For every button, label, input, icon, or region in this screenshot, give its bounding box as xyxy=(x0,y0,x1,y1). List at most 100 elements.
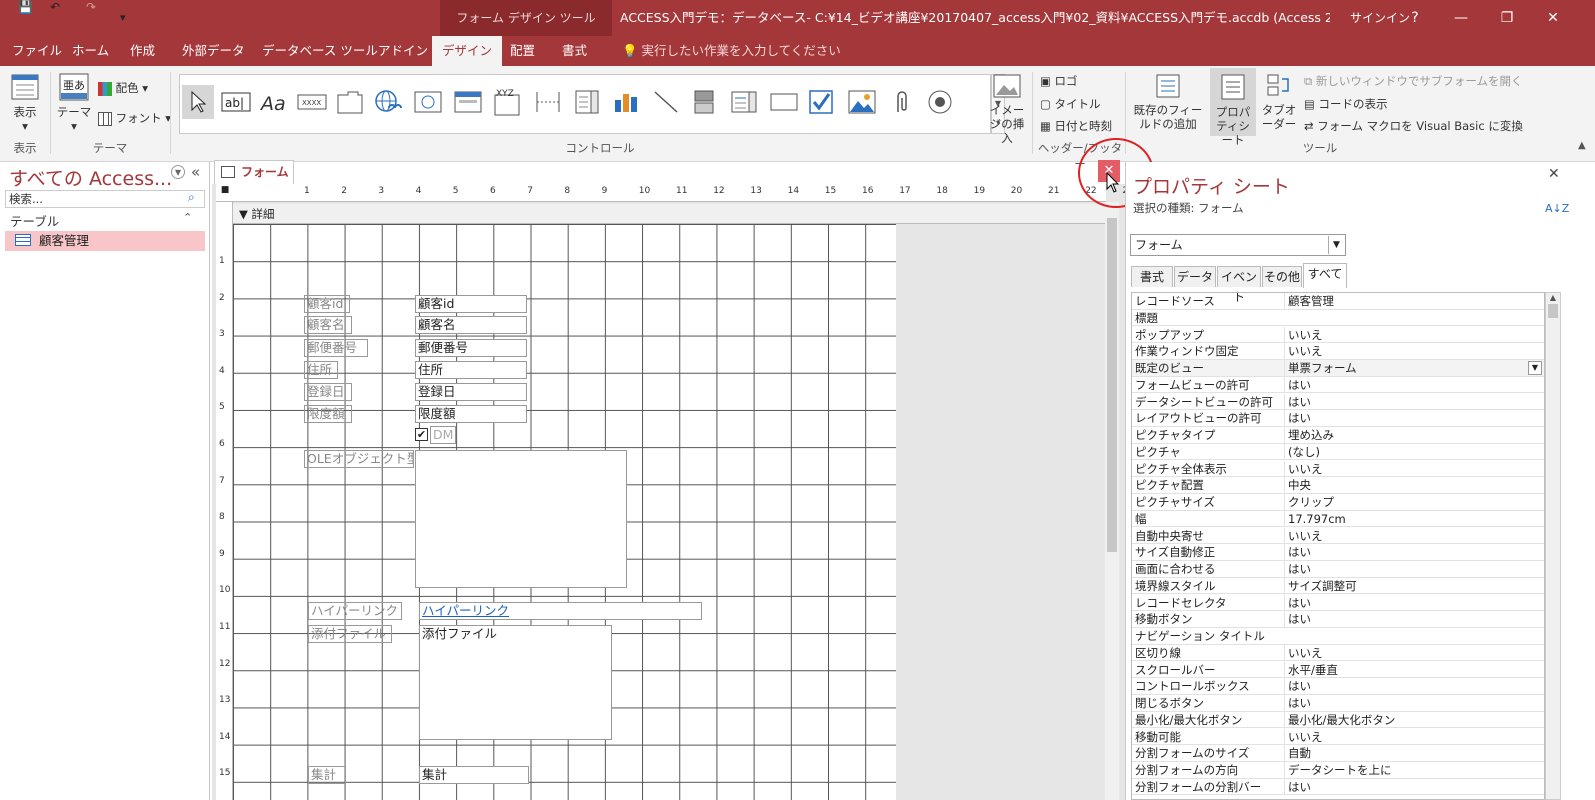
property-value[interactable]: はい xyxy=(1284,695,1542,711)
hyperlink-control-icon[interactable] xyxy=(372,85,404,119)
label-hyperlink[interactable]: ハイパーリンク xyxy=(308,602,402,620)
property-row[interactable]: 分割フォームの方向 データシートを上に xyxy=(1132,762,1544,779)
label-total[interactable]: 集計 xyxy=(308,766,346,784)
chart-control-icon[interactable] xyxy=(610,85,642,119)
attachment-control-icon[interactable] xyxy=(886,85,918,119)
property-value[interactable]: はい xyxy=(1284,561,1542,577)
property-value[interactable]: はい xyxy=(1284,678,1542,695)
property-row[interactable]: 分割フォームの分割バー はい xyxy=(1132,778,1544,796)
select-pointer-icon[interactable] xyxy=(182,85,214,119)
logo-button[interactable]: ▣ ロゴ xyxy=(1040,72,1078,90)
help-button[interactable]: ? xyxy=(1392,0,1438,36)
textbox-hyperlink[interactable]: ハイパーリンク xyxy=(419,602,702,620)
dm-checkbox[interactable]: ✔ xyxy=(415,428,428,441)
label-address[interactable]: 住所 xyxy=(304,361,338,379)
dropdown-arrow-icon[interactable]: ▼ xyxy=(1528,361,1542,375)
property-value[interactable]: はい xyxy=(1284,778,1542,795)
label-control-icon[interactable]: Aa xyxy=(258,85,290,119)
property-row[interactable]: 移動可能 いいえ xyxy=(1132,728,1544,746)
textbox-postal-code[interactable]: 郵便番号 xyxy=(415,339,527,357)
attachment-field[interactable]: 添付ファイル xyxy=(419,625,612,740)
property-value[interactable]: (なし) xyxy=(1284,443,1542,460)
textbox-control-icon[interactable]: ab| xyxy=(220,85,252,119)
property-row[interactable]: 区切り線 いいえ xyxy=(1132,644,1544,662)
nav-collapse-icon[interactable]: « xyxy=(191,163,200,181)
property-value[interactable]: いいえ xyxy=(1284,644,1542,661)
close-property-sheet-icon[interactable]: ✕ xyxy=(1548,166,1560,182)
tab-arrange[interactable]: 配置 xyxy=(500,36,545,66)
property-value[interactable]: はい xyxy=(1284,544,1542,561)
ptab-data[interactable]: データ xyxy=(1174,266,1216,287)
close-window-button[interactable]: ✕ xyxy=(1530,0,1576,36)
property-value[interactable]: 17.797cm xyxy=(1284,510,1542,527)
color-button[interactable]: 配色 ▾ xyxy=(98,79,148,97)
property-value[interactable]: 顧客管理 xyxy=(1284,293,1542,309)
tab-home[interactable]: ホーム xyxy=(62,36,119,66)
property-row[interactable]: サイズ自動修正 はい xyxy=(1132,544,1544,561)
redo-icon[interactable]: ↷ xyxy=(86,0,96,14)
textbox-credit-limit[interactable]: 限度額 xyxy=(415,405,527,423)
property-value[interactable]: はい xyxy=(1284,410,1542,427)
undo-icon[interactable]: ↶ xyxy=(50,0,60,14)
property-row[interactable]: 分割フォームのサイズ 自動 xyxy=(1132,745,1544,762)
tab-external-data[interactable]: 外部データ xyxy=(172,36,255,66)
label-postal-code[interactable]: 郵便番号 xyxy=(304,339,368,357)
property-row[interactable]: ピクチャサイズ クリップ xyxy=(1132,494,1544,511)
title-button[interactable]: ▢ タイトル xyxy=(1040,95,1101,113)
datetime-button[interactable]: ▦ 日付と時刻 xyxy=(1040,117,1112,135)
document-tab-form1[interactable]: フォーム1 xyxy=(214,160,294,201)
label-customer-name[interactable]: 顧客名 xyxy=(304,316,352,334)
tell-me-box[interactable]: 💡 実行したい作業を入力してください xyxy=(622,36,841,66)
form-selector[interactable]: ■ xyxy=(217,185,233,201)
subform-window-button[interactable]: ⧉ 新しいウィンドウでサブフォームを開く xyxy=(1304,72,1523,90)
textbox-registration-date[interactable]: 登録日 xyxy=(415,383,527,401)
theme-button[interactable]: 亜あ テーマ ▾ xyxy=(56,72,92,133)
property-row[interactable]: 最小化/最大化ボタン 最小化/最大化ボタン xyxy=(1132,711,1544,729)
nav-item-customer-table[interactable]: 顧客管理 xyxy=(5,231,205,251)
property-row[interactable]: ピクチャ配置 中央 xyxy=(1132,477,1544,494)
tab-create[interactable]: 作成 xyxy=(120,36,165,66)
group-collapse-icon[interactable]: ⌃ xyxy=(183,211,192,224)
property-row[interactable]: データシートビューの許可 はい xyxy=(1132,393,1544,411)
tab-format[interactable]: 書式 xyxy=(552,36,597,66)
property-row[interactable]: フォームビューの許可 はい xyxy=(1132,376,1544,394)
tab-control-icon[interactable] xyxy=(334,85,366,119)
property-value[interactable]: いいえ xyxy=(1284,343,1542,360)
label-customer-id[interactable]: 顧客id xyxy=(304,295,350,313)
property-value[interactable]: 水平/垂直 xyxy=(1284,661,1542,678)
property-value[interactable]: いいえ xyxy=(1284,326,1542,343)
property-row[interactable]: 境界線スタイル サイズ調整可 xyxy=(1132,577,1544,595)
property-value[interactable]: はい xyxy=(1284,393,1542,410)
label-credit-limit[interactable]: 限度額 xyxy=(304,405,352,423)
property-value[interactable]: クリップ xyxy=(1284,494,1542,510)
search-icon[interactable]: ⌕ xyxy=(188,190,195,205)
button-control-icon[interactable]: XXXX xyxy=(296,85,328,119)
ptab-format[interactable]: 書式 xyxy=(1131,266,1173,287)
property-value[interactable]: いいえ xyxy=(1284,460,1542,477)
label-ole-object[interactable]: OLEオブジェクト型 xyxy=(304,450,414,468)
checkbox-control-icon[interactable] xyxy=(806,85,838,119)
view-code-button[interactable]: ▤ コードの表示 xyxy=(1304,95,1388,113)
customize-qat-icon[interactable]: ▾ xyxy=(120,11,126,24)
property-row[interactable]: レコードセレクタ はい xyxy=(1132,594,1544,612)
chevron-down-icon[interactable]: ▼ xyxy=(1328,236,1344,254)
view-button[interactable]: 表示 ▾ xyxy=(8,72,42,133)
convert-macro-button[interactable]: ⇄ フォーム マクロを Visual Basic に変換 xyxy=(1304,117,1523,135)
property-value[interactable]: はい xyxy=(1284,594,1542,611)
property-row[interactable]: スクロールバー 水平/垂直 xyxy=(1132,661,1544,679)
property-scrollbar[interactable]: ▲ xyxy=(1545,292,1561,800)
toggle-button-icon[interactable] xyxy=(688,85,720,119)
property-value[interactable]: いいえ xyxy=(1284,527,1542,544)
property-value[interactable]: データシートを上に xyxy=(1284,762,1542,778)
property-row[interactable]: ピクチャタイプ 埋め込み xyxy=(1132,427,1544,444)
property-row[interactable]: 移動ボタン はい xyxy=(1132,611,1544,628)
property-row[interactable]: コントロールボックス はい xyxy=(1132,678,1544,695)
property-value[interactable]: いいえ xyxy=(1284,728,1542,745)
property-value[interactable]: 中央 xyxy=(1284,477,1542,494)
collapse-ribbon-icon[interactable]: ▲ xyxy=(1578,140,1586,151)
property-row[interactable]: 作業ウィンドウ固定 いいえ xyxy=(1132,343,1544,360)
listbox-control-icon[interactable] xyxy=(728,85,760,119)
ptab-other[interactable]: その他 xyxy=(1262,266,1302,287)
nav-title[interactable]: すべての Access... xyxy=(9,164,172,191)
property-value[interactable]: はい xyxy=(1284,376,1542,393)
